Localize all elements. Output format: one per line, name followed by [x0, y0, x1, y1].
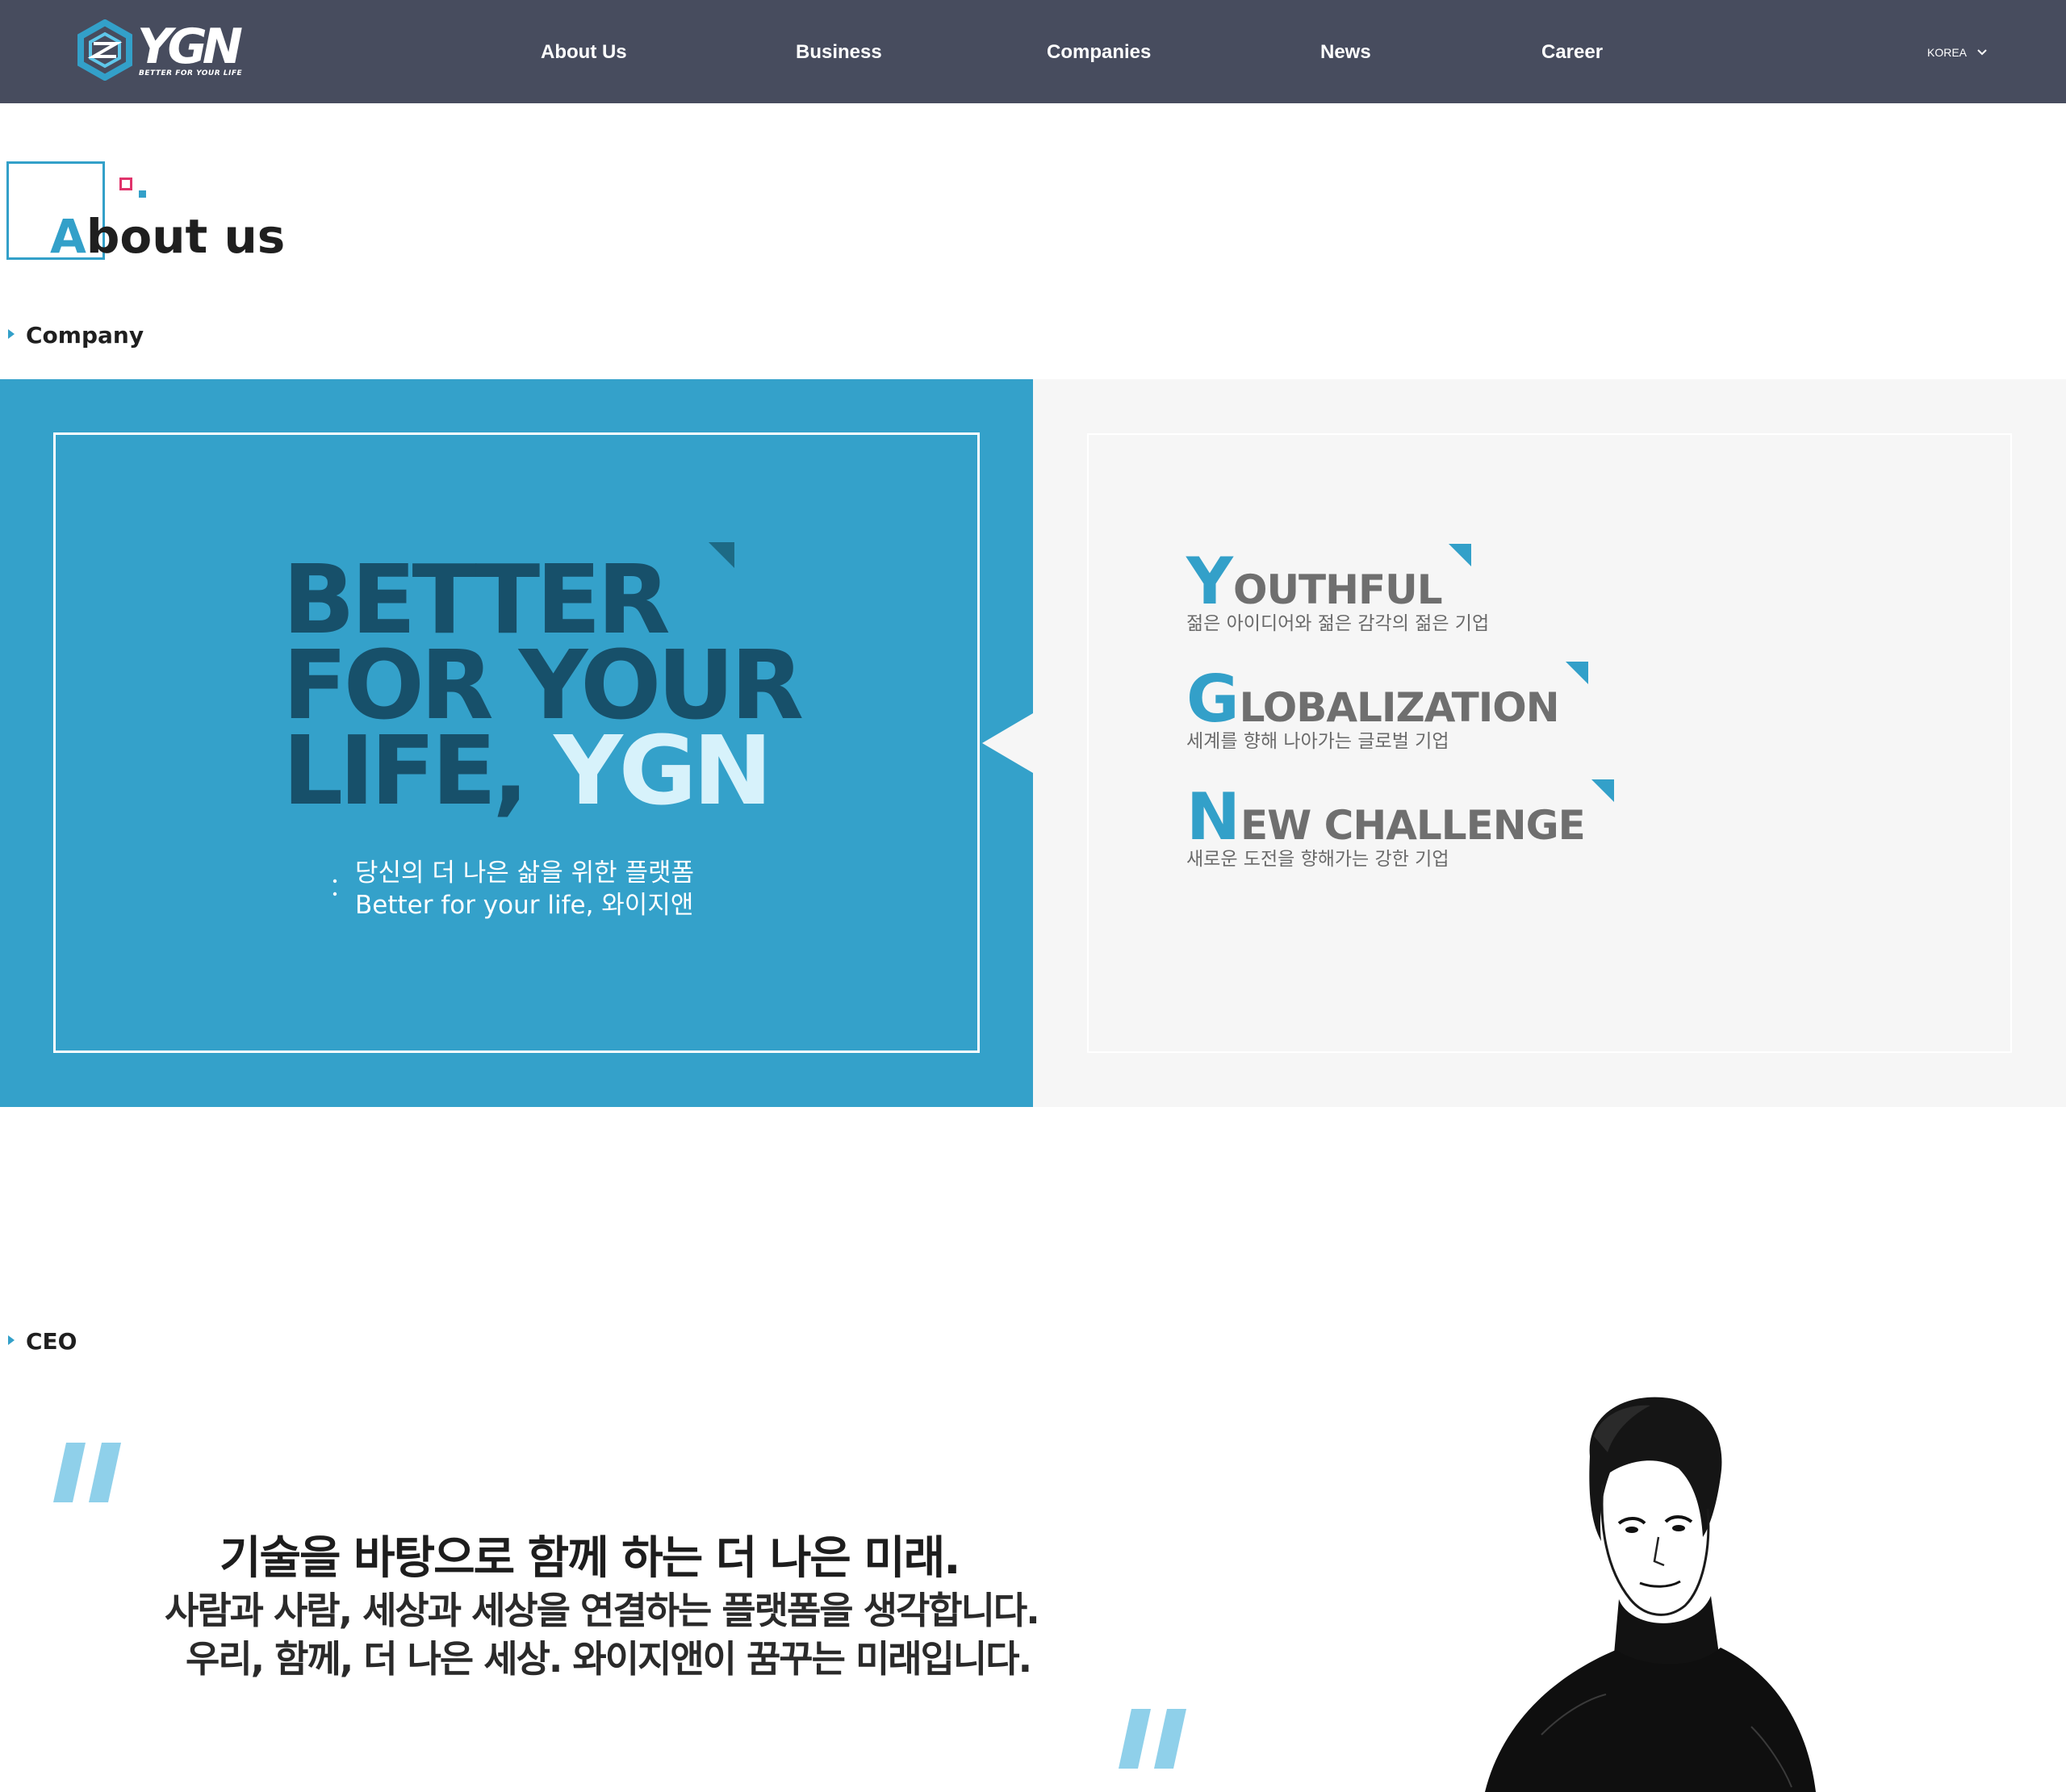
page-title: About us — [50, 208, 285, 265]
triangle-bullet-icon — [8, 329, 15, 339]
slogan-subtitle-english: Better for your life, 와이지앤 — [355, 891, 694, 920]
value-title-capital: G — [1186, 662, 1240, 737]
section-label-ceo: CEO — [8, 1327, 77, 1356]
section-label-company: Company — [8, 321, 144, 350]
page-title-first-letter: A — [50, 209, 86, 264]
language-selector[interactable]: KOREA — [1927, 44, 1967, 61]
dots-icon — [332, 879, 337, 896]
value-description: 세계를 향해 나아가는 글로벌 기업 — [1186, 731, 1449, 752]
nav-about-us[interactable]: About Us — [541, 39, 627, 66]
value-title-capital: N — [1186, 779, 1240, 854]
value-globalization: GLOBALIZATION 세계를 향해 나아가는 글로벌 기업 — [1186, 662, 1588, 754]
slogan-line-3-a: LIFE, — [282, 715, 554, 826]
value-description: 새로운 도전을 향해가는 강한 기업 — [1186, 849, 1449, 870]
page-title-rest: bout us — [86, 209, 286, 264]
value-youthful: YOUTHFUL 젊은 아이디어와 젊은 감각의 젊은 기업 — [1186, 544, 1489, 636]
blue-square-decoration — [139, 190, 146, 198]
corner-flag-icon — [1591, 779, 1614, 802]
section-label-ceo-text: CEO — [26, 1328, 77, 1355]
value-title-rest: LOBALIZATION — [1239, 684, 1560, 731]
ygn-hexagon-logo-icon — [77, 19, 132, 81]
ceo-quote-line-2: 사람과 사람, 세상과 세상을 연결하는 플랫폼을 생각합니다. — [165, 1589, 1040, 1632]
ceo-quote-headline: 기술을 바탕으로 함께 하는 더 나은 미래. — [220, 1532, 961, 1585]
slogan-subtitle-korean: 당신의 더 나은 삶을 위한 플랫폼 — [355, 858, 695, 888]
corner-flag-icon — [1448, 544, 1471, 566]
nav-news[interactable]: News — [1320, 39, 1371, 66]
value-title-rest: EW CHALLENGE — [1240, 802, 1586, 849]
close-quote-icon — [1119, 1709, 1186, 1769]
top-navigation-bar: YGN BETTER FOR YOUR LIFE About Us Busine… — [0, 0, 2066, 103]
value-new-challenge: NEW CHALLENGE 새로운 도전을 향해가는 강한 기업 — [1186, 779, 1614, 871]
slogan-line-3: LIFE, YGN — [282, 723, 800, 818]
chevron-down-icon[interactable] — [1973, 44, 1991, 61]
value-title: NEW CHALLENGE — [1186, 779, 1614, 850]
value-title: YOUTHFUL — [1186, 544, 1489, 615]
ceo-portrait — [1485, 1397, 1816, 1792]
nav-companies[interactable]: Companies — [1047, 39, 1151, 66]
ceo-quote-line-3: 우리, 함께, 더 나은 세상. 와이지앤이 꿈꾸는 미래입니다. — [186, 1637, 1032, 1681]
pink-square-decoration — [119, 178, 132, 190]
ygn-logo[interactable]: YGN BETTER FOR YOUR LIFE — [74, 19, 243, 84]
corner-flag-icon — [1565, 662, 1588, 684]
logo-tagline: BETTER FOR YOUR LIFE — [139, 69, 243, 77]
value-title-rest: OUTHFUL — [1232, 566, 1443, 613]
value-title-capital: Y — [1186, 544, 1233, 619]
panel-pointer-notch — [982, 713, 1033, 773]
triangle-bullet-icon — [8, 1335, 15, 1345]
slogan-ygn: YGN — [554, 715, 772, 826]
brand-slogan: BETTER FOR YOUR LIFE, YGN — [282, 552, 804, 818]
nav-career[interactable]: Career — [1541, 39, 1603, 66]
nav-business[interactable]: Business — [796, 39, 882, 66]
value-title: GLOBALIZATION — [1186, 662, 1588, 733]
logo-wordmark: YGN — [137, 19, 243, 75]
section-label-company-text: Company — [26, 322, 144, 349]
open-quote-icon — [53, 1443, 121, 1502]
